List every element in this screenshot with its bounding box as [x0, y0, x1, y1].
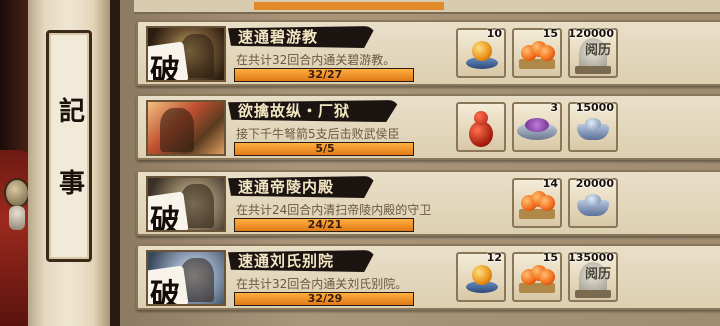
- reward-slot[interactable]: 阅历 135000: [568, 251, 618, 302]
- book-icon: 阅历: [575, 36, 612, 75]
- reward-slot[interactable]: 12: [456, 251, 506, 302]
- quest-portrait: 破: [146, 26, 226, 82]
- gold-orb-icon: [464, 265, 498, 294]
- reward-count: 15000: [575, 101, 614, 114]
- records-tab-frame[interactable]: 記 事: [46, 30, 92, 262]
- quest-list[interactable]: 破 速通碧游教 在共计32回合内通关碧游教。 32/27 10 15 阅历 12…: [120, 0, 720, 326]
- reward-slot[interactable]: 15000: [568, 101, 618, 152]
- book-icon-label: 阅历: [585, 43, 612, 59]
- quest-progress-bar: 32/29: [234, 292, 414, 306]
- quest-portrait: [146, 100, 226, 156]
- quest-progress-bar: 5/5: [234, 142, 414, 156]
- reward-slot[interactable]: 10: [456, 27, 506, 78]
- break-badge-label: 破: [150, 278, 180, 306]
- tassel-decoration: [0, 150, 30, 326]
- gold-orb-icon: [464, 41, 498, 70]
- silver-ingot-icon: [575, 116, 611, 142]
- quest-title: 速通帝陵内殿: [238, 178, 335, 196]
- reward-slot[interactable]: [456, 102, 506, 152]
- progress-text: 24/21: [307, 218, 343, 231]
- quest-row[interactable]: 破 速通帝陵内殿 在共计24回合内清扫帝陵内殿的守卫 24/21 14 2000…: [136, 170, 720, 236]
- reward-slot[interactable]: 20000: [568, 177, 618, 228]
- records-tab-char-2: 事: [58, 169, 85, 199]
- break-badge-label: 破: [150, 204, 180, 232]
- reward-count: 120000: [568, 27, 614, 40]
- reward-slot[interactable]: 3: [512, 101, 562, 152]
- jade-ring-icon: [4, 178, 30, 208]
- progress-bar-partial: [254, 2, 444, 10]
- warrior-figure-icon: [160, 108, 194, 152]
- records-tab-scroll[interactable]: 記 事: [28, 0, 110, 326]
- quest-description: 在共计24回合内清扫帝陵内殿的守卫: [236, 203, 432, 217]
- tassel-knot-icon: [9, 206, 25, 230]
- reward-slot[interactable]: 15: [512, 27, 562, 78]
- book-icon-label: 阅历: [585, 267, 612, 283]
- reward-count: 15: [542, 27, 558, 40]
- reward-slot[interactable]: 15: [512, 251, 562, 302]
- book-icon: 阅历: [575, 260, 612, 299]
- progress-text: 32/27: [307, 68, 343, 81]
- peach-tray-icon: [519, 265, 555, 294]
- reward-count: 135000: [568, 251, 614, 264]
- quest-title: 欲擒故纵・厂狱: [238, 102, 351, 120]
- peach-tray-icon: [519, 191, 555, 220]
- reward-count: 12: [486, 251, 502, 264]
- quest-progress-bar: 32/27: [234, 68, 414, 82]
- reward-slot[interactable]: 14: [512, 177, 562, 228]
- quest-title: 速通碧游教: [238, 28, 319, 46]
- quest-description: 在共计32回合内通关刘氏别院。: [236, 277, 408, 291]
- reward-slot[interactable]: 阅历 120000: [568, 27, 618, 78]
- reward-count: 14: [542, 177, 558, 190]
- progress-text: 32/29: [307, 292, 343, 305]
- break-badge-label: 破: [150, 54, 180, 82]
- records-tab-char-1: 記: [58, 97, 85, 127]
- quest-portrait: 破: [146, 250, 226, 306]
- quest-description: 接下千牛弩箭5支后击败武侯臣: [236, 127, 400, 141]
- quest-progress-bar: 24/21: [234, 218, 414, 232]
- gem-plate-icon: [517, 114, 557, 144]
- quest-description: 在共计32回合内通关碧游教。: [236, 53, 396, 67]
- quest-title: 速通刘氏别院: [238, 252, 335, 270]
- peach-tray-icon: [519, 41, 555, 70]
- quest-row-partial: [134, 0, 720, 14]
- gourd-icon: [467, 109, 495, 149]
- reward-count: 15: [542, 251, 558, 264]
- quest-row[interactable]: 欲擒故纵・厂狱 接下千牛弩箭5支后击败武侯臣 5/5 3 15000: [136, 94, 720, 160]
- reward-count: 20000: [575, 177, 614, 190]
- progress-text: 5/5: [315, 142, 335, 155]
- silver-ingot-icon: [575, 192, 611, 218]
- quest-row[interactable]: 破 速通刘氏别院 在共计32回合内通关刘氏别院。 32/29 12 15 阅历 …: [136, 244, 720, 310]
- reward-count: 3: [550, 101, 558, 114]
- quest-row[interactable]: 破 速通碧游教 在共计32回合内通关碧游教。 32/27 10 15 阅历 12…: [136, 20, 720, 86]
- reward-count: 10: [486, 27, 502, 40]
- quest-portrait: 破: [146, 176, 226, 232]
